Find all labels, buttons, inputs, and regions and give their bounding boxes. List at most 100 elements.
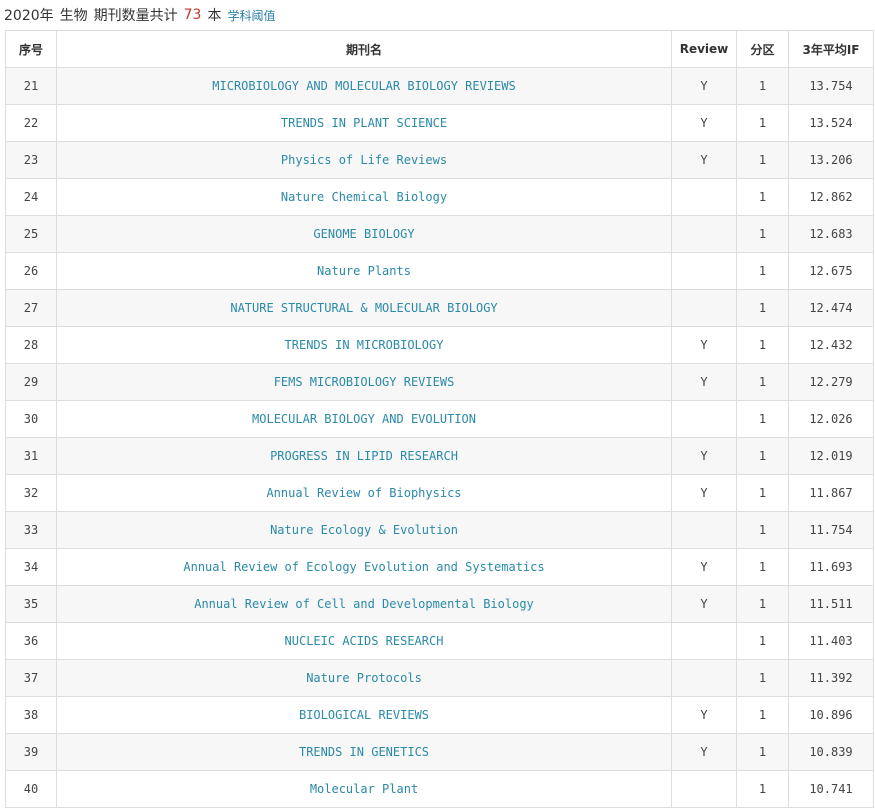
journal-name-link[interactable]: MOLECULAR BIOLOGY AND EVOLUTION [252,412,476,426]
journal-name-link[interactable]: Annual Review of Biophysics [266,486,461,500]
journal-name-link[interactable]: Nature Plants [317,264,411,278]
journal-name-cell: TRENDS IN GENETICS [56,733,672,771]
journal-name-link[interactable]: PROGRESS IN LIPID RESEARCH [270,449,458,463]
review-flag: Y [671,585,737,623]
page-header: 2020年 生物 期刊数量共计 73 本 学科阈值 [0,0,875,30]
table-row: 38 BIOLOGICAL REVIEWS Y 1 10.896 [5,696,874,734]
table-row: 26 Nature Plants 1 12.675 [5,252,874,290]
journal-name-link[interactable]: NATURE STRUCTURAL & MOLECULAR BIOLOGY [230,301,497,315]
row-index: 25 [5,215,57,253]
zone-value: 1 [736,67,789,105]
journal-name-link[interactable]: Physics of Life Reviews [281,153,447,167]
impact-factor-value: 12.474 [788,289,874,327]
journal-name-cell: NUCLEIC ACIDS RESEARCH [56,622,672,660]
row-index: 35 [5,585,57,623]
review-flag [671,178,737,216]
journal-name-cell: Nature Plants [56,252,672,290]
zone-value: 1 [736,511,789,549]
zone-value: 1 [736,363,789,401]
table-row: 40 Molecular Plant 1 10.741 [5,770,874,808]
zone-value: 1 [736,548,789,586]
table-row: 33 Nature Ecology & Evolution 1 11.754 [5,511,874,549]
journal-name-cell: Molecular Plant [56,770,672,808]
journal-name-link[interactable]: TRENDS IN MICROBIOLOGY [285,338,444,352]
impact-factor-value: 12.026 [788,400,874,438]
journal-name-link[interactable]: GENOME BIOLOGY [313,227,414,241]
row-index: 37 [5,659,57,697]
zone-value: 1 [736,770,789,808]
journal-name-link[interactable]: Nature Protocols [306,671,422,685]
zone-value: 1 [736,659,789,697]
column-header-review: Review [671,30,737,68]
table-row: 32 Annual Review of Biophysics Y 1 11.867 [5,474,874,512]
journal-name-cell: TRENDS IN MICROBIOLOGY [56,326,672,364]
table-row: 39 TRENDS IN GENETICS Y 1 10.839 [5,733,874,771]
journal-name-link[interactable]: Nature Chemical Biology [281,190,447,204]
row-index: 32 [5,474,57,512]
review-flag [671,511,737,549]
impact-factor-value: 11.867 [788,474,874,512]
journal-name-cell: Physics of Life Reviews [56,141,672,179]
row-index: 26 [5,252,57,290]
table-row: 30 MOLECULAR BIOLOGY AND EVOLUTION 1 12.026 [5,400,874,438]
journal-name-cell: Nature Protocols [56,659,672,697]
journal-name-link[interactable]: TRENDS IN PLANT SCIENCE [281,116,447,130]
journal-table: 序号 期刊名 Review 分区 3年平均IF 21 MICROBIOLOGY A… [5,30,874,808]
row-index: 29 [5,363,57,401]
table-row: 34 Annual Review of Ecology Evolution and… [5,548,874,586]
journal-name-cell: Annual Review of Biophysics [56,474,672,512]
journal-name-link[interactable]: TRENDS IN GENETICS [299,745,429,759]
journal-name-cell: NATURE STRUCTURAL & MOLECULAR BIOLOGY [56,289,672,327]
row-index: 36 [5,622,57,660]
journal-name-link[interactable]: MICROBIOLOGY AND MOLECULAR BIOLOGY REVIE… [212,79,515,93]
table-row: 27 NATURE STRUCTURAL & MOLECULAR BIOLOGY 1… [5,289,874,327]
review-flag: Y [671,326,737,364]
impact-factor-value: 13.524 [788,104,874,142]
journal-name-link[interactable]: Annual Review of Cell and Developmental … [194,597,534,611]
column-header-zone: 分区 [736,30,789,68]
table-row: 36 NUCLEIC ACIDS RESEARCH 1 11.403 [5,622,874,660]
review-flag: Y [671,67,737,105]
year-label: 2020年 [4,8,54,24]
review-flag: Y [671,141,737,179]
zone-value: 1 [736,733,789,771]
zone-value: 1 [736,141,789,179]
journal-name-link[interactable]: NUCLEIC ACIDS RESEARCH [285,634,444,648]
impact-factor-value: 10.839 [788,733,874,771]
journal-name-cell: PROGRESS IN LIPID RESEARCH [56,437,672,475]
row-index: 23 [5,141,57,179]
journal-name-cell: MOLECULAR BIOLOGY AND EVOLUTION [56,400,672,438]
review-flag [671,289,737,327]
subject-threshold-link[interactable]: 学科阈值 [227,7,275,24]
journal-name-cell: TRENDS IN PLANT SCIENCE [56,104,672,142]
journal-name-link[interactable]: Annual Review of Ecology Evolution and S… [183,560,544,574]
journal-name-link[interactable]: FEMS MICROBIOLOGY REVIEWS [274,375,455,389]
zone-value: 1 [736,474,789,512]
review-flag [671,400,737,438]
zone-value: 1 [736,215,789,253]
journal-name-cell: Annual Review of Cell and Developmental … [56,585,672,623]
zone-value: 1 [736,622,789,660]
journal-name-link[interactable]: BIOLOGICAL REVIEWS [299,708,429,722]
impact-factor-value: 12.279 [788,363,874,401]
impact-factor-value: 11.693 [788,548,874,586]
review-flag: Y [671,548,737,586]
row-index: 39 [5,733,57,771]
journal-name-link[interactable]: Nature Ecology & Evolution [270,523,458,537]
table-row: 24 Nature Chemical Biology 1 12.862 [5,178,874,216]
count-suffix: 本 [207,8,222,24]
review-flag [671,622,737,660]
impact-factor-value: 10.896 [788,696,874,734]
review-flag: Y [671,363,737,401]
impact-factor-value: 12.683 [788,215,874,253]
table-row: 31 PROGRESS IN LIPID RESEARCH Y 1 12.019 [5,437,874,475]
impact-factor-value: 12.019 [788,437,874,475]
review-flag: Y [671,733,737,771]
row-index: 27 [5,289,57,327]
zone-value: 1 [736,400,789,438]
table-row: 22 TRENDS IN PLANT SCIENCE Y 1 13.524 [5,104,874,142]
row-index: 38 [5,696,57,734]
row-index: 21 [5,67,57,105]
journal-name-link[interactable]: Molecular Plant [310,782,418,796]
zone-value: 1 [736,585,789,623]
